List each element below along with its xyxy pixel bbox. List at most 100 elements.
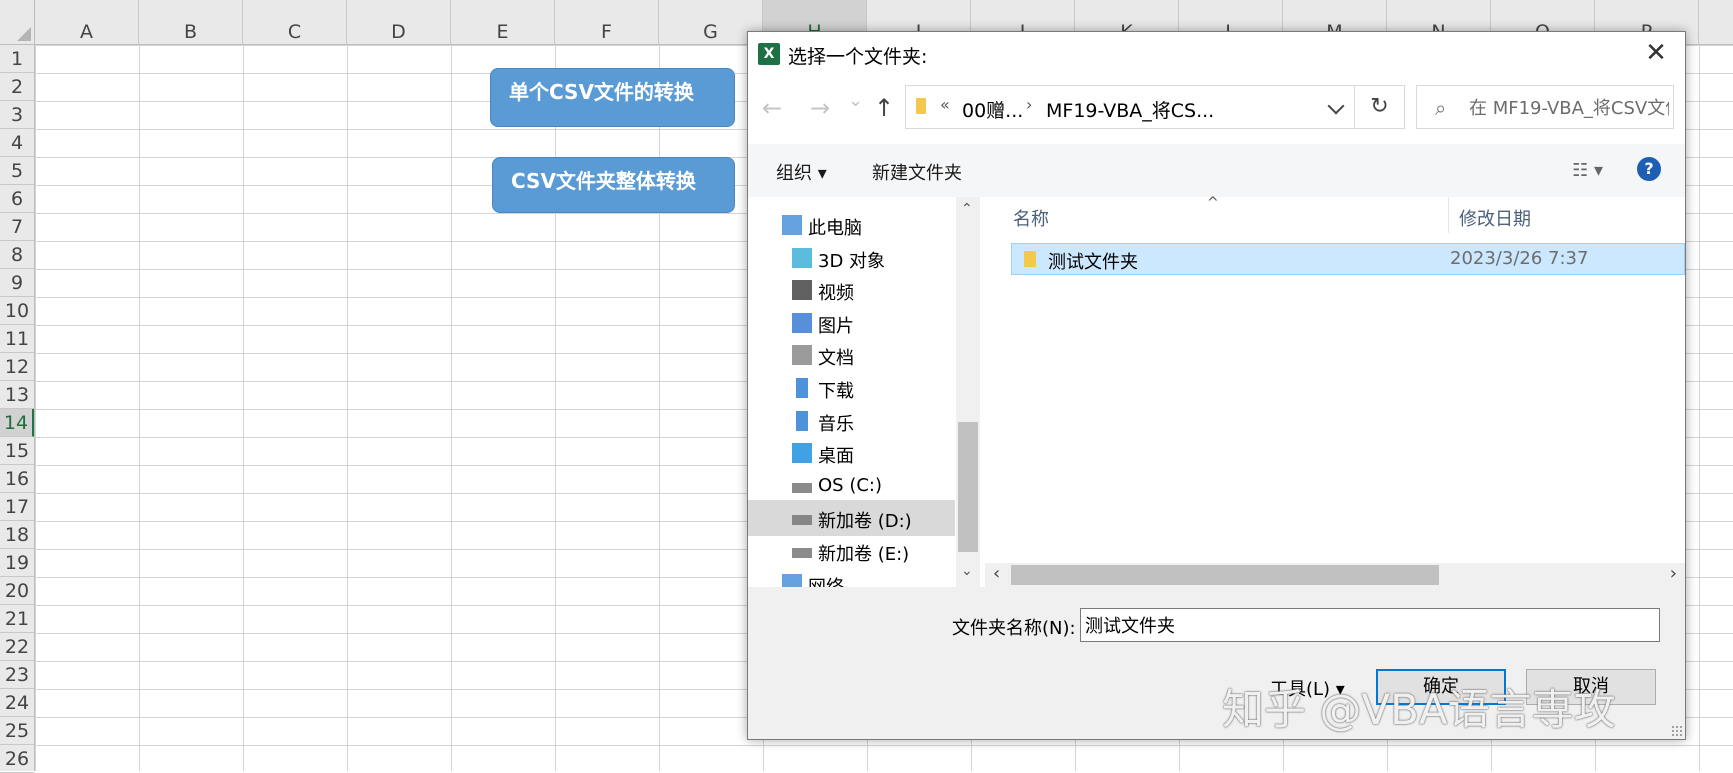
column-header-date-modified[interactable]: 修改日期 bbox=[1459, 205, 1531, 231]
column-header[interactable]: D bbox=[347, 0, 451, 44]
up-arrow-icon[interactable]: ↑ bbox=[874, 94, 894, 122]
row-header[interactable]: 23 bbox=[0, 661, 34, 689]
row-header[interactable]: 19 bbox=[0, 549, 34, 577]
file-list-row[interactable]: 测试文件夹 2023/3/26 7:37 bbox=[1011, 243, 1685, 275]
file-list-pane: ^ 名称 修改日期 测试文件夹 2023/3/26 7:37 ‹ › bbox=[985, 195, 1685, 587]
row-header[interactable]: 20 bbox=[0, 577, 34, 605]
row-header[interactable]: 26 bbox=[0, 745, 34, 773]
file-name: 测试文件夹 bbox=[1048, 252, 1138, 273]
nav-tree-item[interactable]: 文档 bbox=[748, 337, 955, 373]
nav-tree-item[interactable]: 视频 bbox=[748, 272, 955, 308]
nav-tree-item[interactable]: 音乐 bbox=[748, 403, 955, 439]
row-header[interactable]: 17 bbox=[0, 493, 34, 521]
row-header[interactable]: 25 bbox=[0, 717, 34, 745]
column-header-name[interactable]: 名称 bbox=[1013, 205, 1049, 231]
breadcrumb-separator-icon[interactable]: › bbox=[1026, 95, 1032, 114]
desktop-icon bbox=[792, 443, 812, 464]
search-box[interactable]: ⌕ bbox=[1416, 85, 1674, 129]
row-header[interactable]: 2 bbox=[0, 73, 34, 101]
nav-tree-item[interactable]: 新加卷 (E:) bbox=[748, 533, 955, 569]
row-header[interactable]: 7 bbox=[0, 213, 34, 241]
help-icon[interactable]: ? bbox=[1637, 157, 1661, 181]
network-icon bbox=[782, 573, 802, 587]
row-header[interactable]: 15 bbox=[0, 437, 34, 465]
nav-tree-item[interactable]: 网络 bbox=[748, 566, 955, 587]
download-icon bbox=[796, 378, 808, 398]
scroll-up-icon[interactable]: ⌃ bbox=[961, 201, 973, 217]
row-header[interactable]: 12 bbox=[0, 353, 34, 381]
column-divider[interactable] bbox=[1448, 197, 1449, 233]
search-input[interactable] bbox=[1467, 94, 1671, 122]
row-headers: 1 2 3 4 5 6 7 8 9 10 11 12 13 14 15 16 17 18 19 20 21 22 23 24 2… bbox=[0, 45, 35, 773]
row-header[interactable]: 10 bbox=[0, 297, 34, 325]
row-header[interactable]: 11 bbox=[0, 325, 34, 353]
address-overflow-icon[interactable]: « bbox=[940, 95, 950, 114]
dialog-titlebar: X 选择一个文件夹: ✕ bbox=[748, 32, 1685, 76]
row-header[interactable]: 13 bbox=[0, 381, 34, 409]
view-options-icon[interactable]: ☷ ▾ bbox=[1572, 160, 1603, 181]
address-dropdown-icon[interactable] bbox=[1327, 97, 1345, 115]
new-folder-button[interactable]: 新建文件夹 bbox=[872, 159, 962, 185]
row-header[interactable]: 16 bbox=[0, 465, 34, 493]
nav-tree-item[interactable]: 新加卷 (D:) bbox=[748, 500, 955, 537]
row-header[interactable]: 5 bbox=[0, 157, 34, 185]
nav-tree-item[interactable]: 桌面 bbox=[748, 435, 955, 471]
row-header[interactable]: 3 bbox=[0, 101, 34, 129]
row-header[interactable]: 14 bbox=[0, 409, 34, 437]
picture-icon bbox=[792, 312, 812, 333]
row-header[interactable]: 6 bbox=[0, 185, 34, 213]
refresh-button[interactable]: ↻ bbox=[1355, 85, 1405, 129]
excel-icon: X bbox=[758, 43, 784, 65]
row-header[interactable]: 18 bbox=[0, 521, 34, 549]
forward-arrow-icon[interactable]: → bbox=[810, 94, 830, 122]
nav-tree-label: 3D 对象 bbox=[818, 250, 886, 272]
address-bar[interactable]: « 00赠... › MF19-VBA_将CS... bbox=[905, 85, 1355, 129]
scroll-down-icon[interactable]: ⌄ bbox=[961, 563, 973, 579]
breadcrumb-item[interactable]: 00赠... bbox=[962, 96, 1023, 123]
row-header[interactable]: 21 bbox=[0, 605, 34, 633]
nav-tree-label: OS (C:) bbox=[818, 474, 882, 496]
nav-tree-item[interactable]: OS (C:) bbox=[748, 468, 955, 504]
row-header[interactable]: 8 bbox=[0, 241, 34, 269]
folder-icon bbox=[1024, 251, 1036, 267]
organize-menu-button[interactable]: 组织 ▾ bbox=[776, 159, 827, 185]
column-header[interactable]: E bbox=[451, 0, 555, 44]
folder-name-label: 文件夹名称(N): bbox=[952, 618, 1076, 639]
select-all-corner[interactable] bbox=[0, 0, 35, 45]
nav-tree-label: 下载 bbox=[818, 381, 854, 402]
close-button[interactable]: ✕ bbox=[1641, 38, 1671, 68]
row-header[interactable]: 1 bbox=[0, 45, 34, 73]
drive-os-icon bbox=[792, 482, 812, 493]
csv-folder-convert-button[interactable]: CSV文件夹整体转换 bbox=[492, 157, 735, 213]
nav-tree-item[interactable]: 此电脑 bbox=[748, 207, 955, 243]
row-header[interactable]: 22 bbox=[0, 633, 34, 661]
resize-grip[interactable] bbox=[1671, 725, 1683, 737]
nav-tree-item[interactable]: 3D 对象 bbox=[748, 240, 955, 276]
scroll-thumb[interactable] bbox=[958, 422, 978, 552]
folder-name-input[interactable] bbox=[1080, 608, 1660, 642]
nav-tree-label: 网络 bbox=[808, 573, 844, 587]
breadcrumb-item[interactable]: MF19-VBA_将CS... bbox=[1046, 96, 1214, 123]
row-header[interactable]: 4 bbox=[0, 129, 34, 157]
row-header[interactable]: 24 bbox=[0, 689, 34, 717]
single-csv-convert-button[interactable]: 单个CSV文件的转换 bbox=[490, 68, 735, 127]
computer-icon bbox=[782, 215, 802, 235]
scroll-thumb[interactable] bbox=[1011, 565, 1439, 585]
nav-pane-scrollbar[interactable]: ⌃ ⌄ bbox=[956, 197, 980, 587]
nav-tree-item[interactable]: 下载 bbox=[748, 370, 955, 406]
back-arrow-icon[interactable]: ← bbox=[762, 94, 782, 122]
navigation-bar: ← → ⌄ ↑ « 00赠... › MF19-VBA_将CS... ↻ ⌕ bbox=[748, 76, 1685, 144]
navigation-pane: 此电脑 3D 对象 视频 图片 文档下载 音乐 桌面 OS (C:) 新加卷 (D:) 新加卷 (… bbox=[748, 197, 985, 587]
horizontal-scrollbar[interactable]: ‹ › bbox=[985, 563, 1685, 587]
nav-tree-item[interactable]: 图片 bbox=[748, 305, 955, 341]
select-folder-dialog: X 选择一个文件夹: ✕ ← → ⌄ ↑ « 00赠... › MF19-VBA… bbox=[747, 31, 1686, 740]
column-header[interactable]: B bbox=[139, 0, 243, 44]
column-header[interactable]: F bbox=[555, 0, 659, 44]
column-header[interactable]: A bbox=[35, 0, 139, 44]
scroll-right-icon[interactable]: › bbox=[1670, 563, 1677, 584]
row-header[interactable]: 9 bbox=[0, 269, 34, 297]
scroll-left-icon[interactable]: ‹ bbox=[993, 563, 1000, 584]
sort-ascending-icon: ^ bbox=[1207, 195, 1219, 211]
recent-dropdown-icon[interactable]: ⌄ bbox=[848, 90, 863, 111]
column-header[interactable]: C bbox=[243, 0, 347, 44]
